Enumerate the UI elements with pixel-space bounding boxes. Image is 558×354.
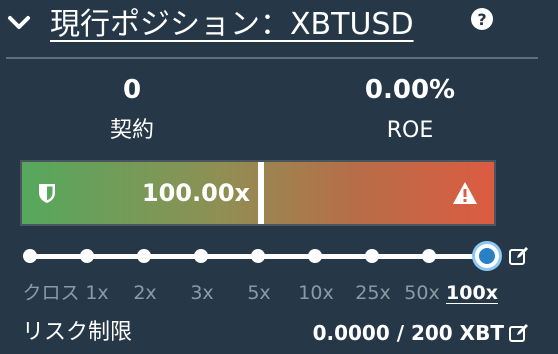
risk-limit-label: リスク制限 <box>22 320 133 345</box>
slider-stop[interactable] <box>365 249 379 263</box>
slider-stop[interactable] <box>137 249 151 263</box>
leverage-option-cross[interactable]: クロス <box>20 280 82 306</box>
svg-text:?: ? <box>477 10 486 29</box>
leverage-slider[interactable] <box>20 240 500 274</box>
roe-value: 0.00% <box>364 75 456 105</box>
contracts-value: 0 <box>122 75 142 105</box>
leverage-option-3x[interactable]: 3x <box>185 280 219 306</box>
slider-stop[interactable] <box>23 249 37 263</box>
slider-stop[interactable] <box>194 249 208 263</box>
leverage-option-5x[interactable]: 5x <box>242 280 276 306</box>
edit-icon[interactable] <box>508 245 530 267</box>
leverage-option-100x[interactable]: 100x <box>444 280 500 306</box>
leverage-option-10x[interactable]: 10x <box>296 280 336 306</box>
leverage-option-25x[interactable]: 25x <box>353 280 393 306</box>
slider-stop[interactable] <box>308 249 322 263</box>
chevron-down-icon[interactable] <box>6 12 32 34</box>
slider-stop[interactable] <box>251 249 265 263</box>
question-circle-icon[interactable]: ? <box>470 7 494 31</box>
liquidation-bar: 100.00x <box>20 160 496 226</box>
slider-stop[interactable] <box>80 249 94 263</box>
warning-icon <box>453 182 477 204</box>
risk-limit-edit-icon[interactable] <box>508 322 530 344</box>
leverage-options: クロス 1x 2x 3x 5x 10x 25x 50x 100x <box>0 280 558 310</box>
leverage-value: 100.00x <box>141 179 250 207</box>
contracts-label: 契約 <box>109 118 154 143</box>
leverage-option-1x[interactable]: 1x <box>80 280 114 306</box>
shield-icon <box>39 184 55 203</box>
roe-label: ROE <box>386 118 434 143</box>
leverage-option-2x[interactable]: 2x <box>128 280 162 306</box>
slider-thumb[interactable] <box>475 244 499 268</box>
risk-limit-value: 0.0000 / 200 XBT <box>312 321 504 345</box>
leverage-option-50x[interactable]: 50x <box>402 280 442 306</box>
position-header: 現行ポジション：XBTUSD ? <box>0 0 558 50</box>
position-title[interactable]: 現行ポジション：XBTUSD <box>50 3 414 47</box>
slider-stop[interactable] <box>422 249 436 263</box>
header-divider <box>6 57 538 59</box>
position-marker <box>258 162 264 224</box>
